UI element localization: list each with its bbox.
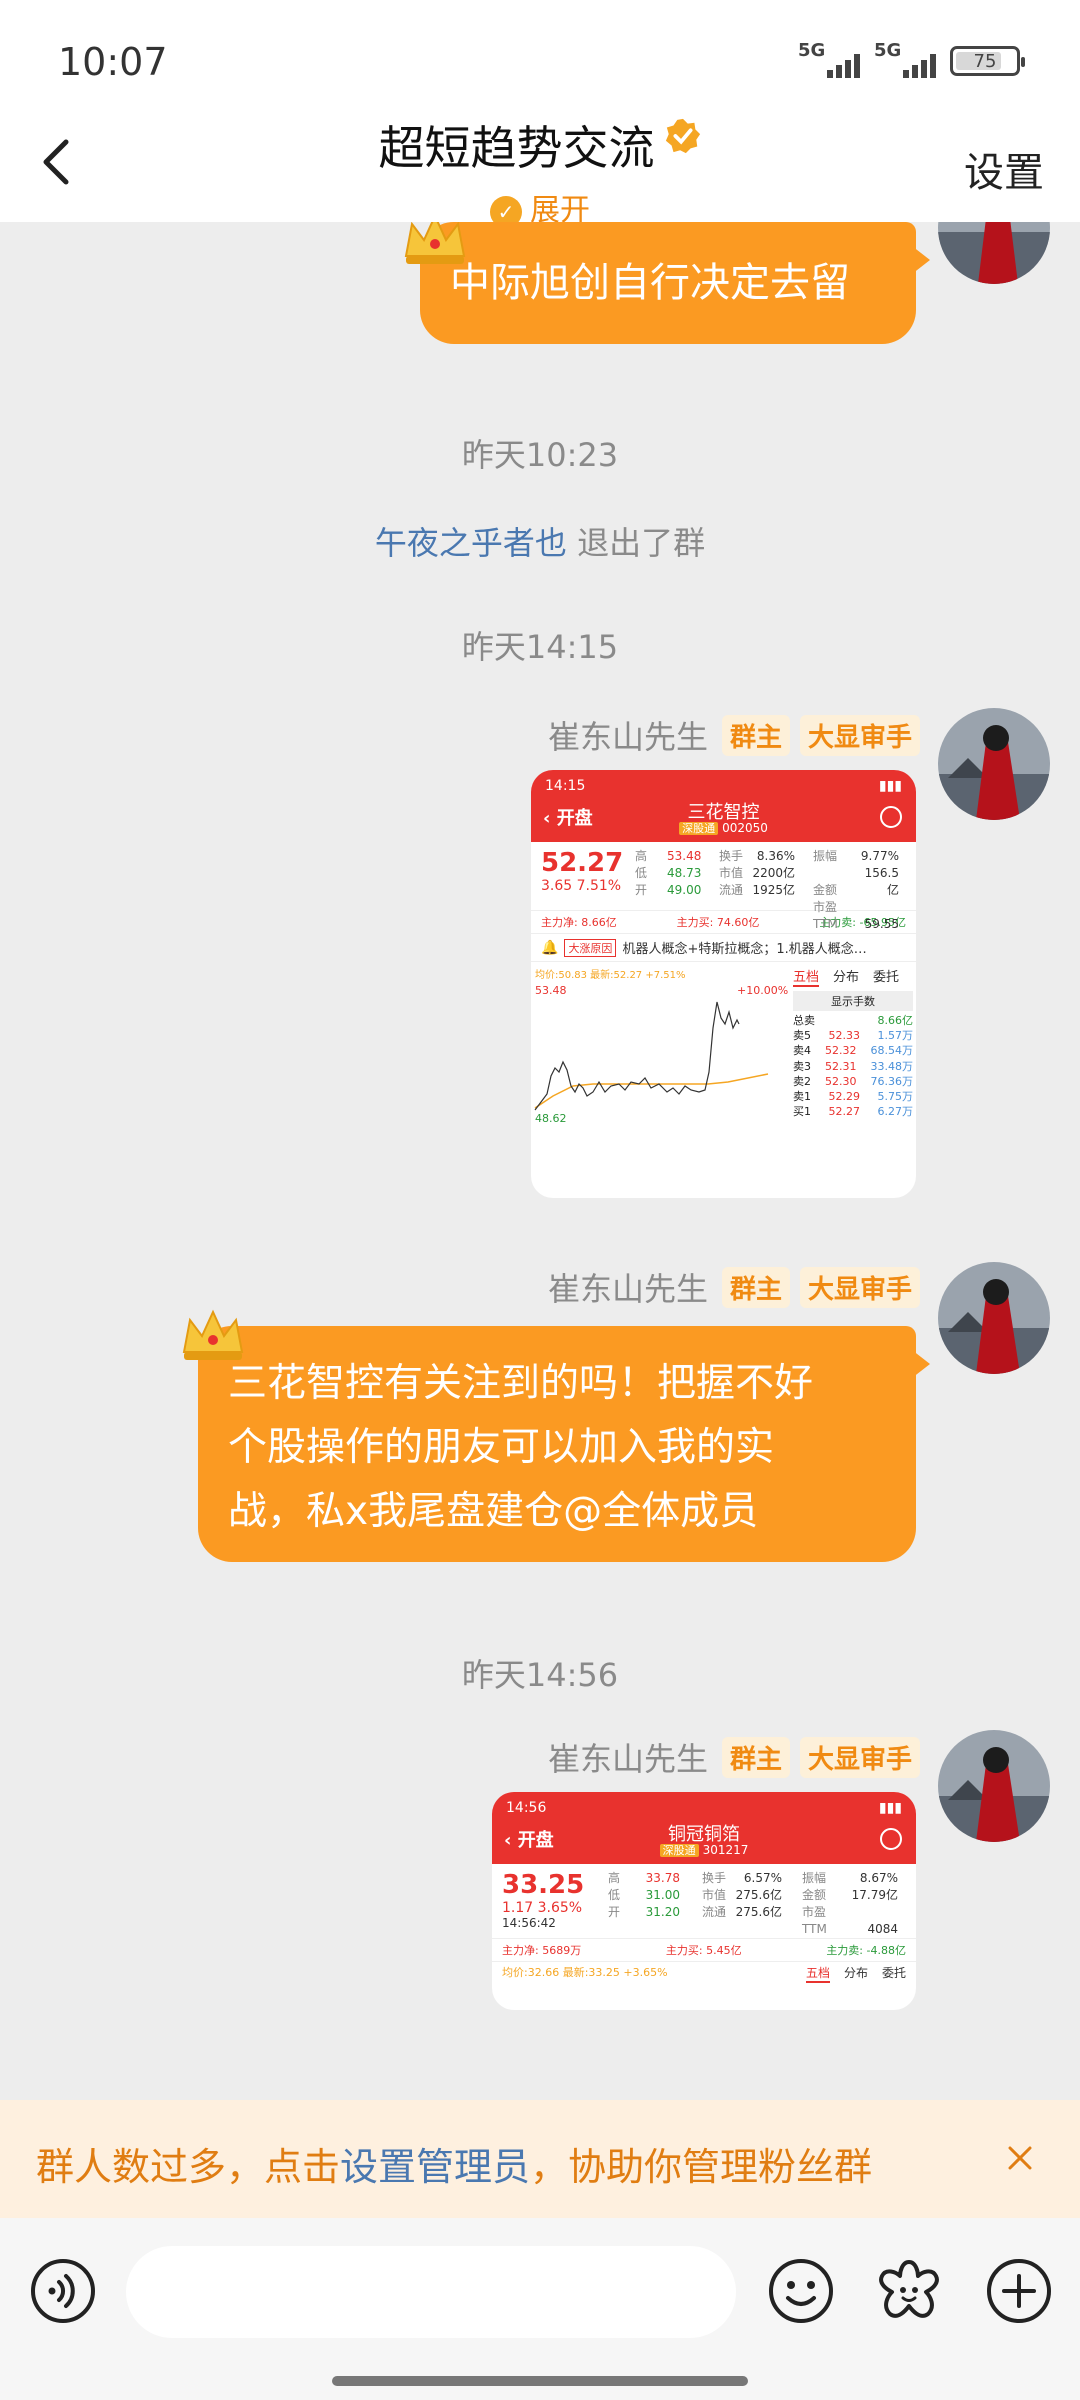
smiley-icon[interactable] <box>766 2256 836 2326</box>
title-tag: 大显审手 <box>799 1266 920 1308</box>
stock-screenshot-image[interactable]: 14:15 ▮▮▮ ‹ 开盘 三花智控 深股通 002050 52.27 3.65 … <box>531 770 916 1198</box>
user-link[interactable]: 午夜之乎者也 <box>375 524 567 562</box>
search-icon <box>880 1828 902 1850</box>
avatar-image <box>938 708 1050 820</box>
nav-bar: 超短趋势交流 ✓ 展开 设置 <box>0 110 1080 228</box>
sender-name[interactable]: 崔东山先生 <box>548 1734 708 1780</box>
system-message: 午夜之乎者也 退出了群 <box>374 524 706 562</box>
avatar[interactable] <box>938 708 1050 820</box>
battery-icon: 75 <box>950 46 1025 76</box>
avatar-image <box>938 222 1050 284</box>
message-input[interactable] <box>126 2246 736 2338</box>
avatar-image <box>938 1262 1050 1374</box>
owner-tag: 群主 <box>721 1736 790 1778</box>
time-divider: 昨天10:23 <box>461 436 619 474</box>
crown-icon <box>182 1309 244 1360</box>
chat-area: 中际旭创自行决定去留 昨天10:23 午夜之乎者也 退出了群 昨天14:15 崔… <box>0 222 1080 2100</box>
settings-button[interactable]: 设置 <box>964 140 1044 198</box>
avatar[interactable] <box>938 1730 1050 1842</box>
message-bubble[interactable]: 三花智控有关注到的吗！把握不好 个股操作的朋友可以加入我的实 战，私x我尾盘建仓… <box>198 1326 930 1562</box>
sender-row: 崔东山先生 群主 大显审手 <box>548 1734 920 1780</box>
sender-row: 崔东山先生 群主 大显审手 <box>548 1264 920 1310</box>
intraday-chart <box>534 1001 769 1111</box>
verified-badge-icon <box>665 118 700 154</box>
orderbook-row: 卖2 52.30 76.36万 <box>793 1074 913 1088</box>
stock-screenshot-image[interactable]: 14:56 ▮▮▮ ‹ 开盘 铜冠铜箔 深股通 301217 33.25 1.17 … <box>492 1792 916 2010</box>
admin-tip-banner: 群人数过多，点击设置管理员，协助你管理粉丝群 <box>0 2100 1080 2218</box>
search-icon <box>880 806 902 828</box>
status-time: 10:07 <box>58 40 168 84</box>
orderbook-row: 卖1 52.29 5.75万 <box>793 1090 913 1104</box>
close-icon[interactable] <box>1000 2138 1040 2178</box>
avatar[interactable] <box>938 1262 1050 1374</box>
avatar-image <box>938 1730 1050 1842</box>
voice-icon[interactable] <box>28 2256 98 2326</box>
orderbook-row: 卖5 52.33 1.57万 <box>793 1029 913 1043</box>
message-bubble[interactable]: 中际旭创自行决定去留 <box>420 222 930 344</box>
orderbook-row: 卖3 52.31 33.48万 <box>793 1059 913 1073</box>
status-indicators: 5G 5G 75 <box>798 40 1025 78</box>
home-indicator[interactable] <box>332 2376 748 2386</box>
page-title: 超短趋势交流 <box>378 121 655 175</box>
sender-name[interactable]: 崔东山先生 <box>548 712 708 758</box>
input-bar <box>0 2218 1080 2400</box>
orderbook-row: 买1 52.27 6.27万 <box>793 1105 913 1119</box>
sender-name[interactable]: 崔东山先生 <box>548 1264 708 1310</box>
title-tag: 大显审手 <box>799 1736 920 1778</box>
signal-icon: 5G <box>874 40 936 78</box>
owner-tag: 群主 <box>721 714 790 756</box>
crown-icon <box>404 222 466 264</box>
signal-icon: 5G <box>798 40 860 78</box>
flower-icon[interactable] <box>874 2256 944 2326</box>
owner-tag: 群主 <box>721 1266 790 1308</box>
orderbook-row: 卖4 52.32 68.54万 <box>793 1044 913 1058</box>
bell-icon: 🔔 <box>541 939 559 956</box>
title-tag: 大显审手 <box>799 714 920 756</box>
avatar[interactable] <box>938 222 1050 284</box>
time-divider: 昨天14:15 <box>461 628 619 666</box>
sender-row: 崔东山先生 群主 大显审手 <box>548 712 920 758</box>
set-admin-link[interactable]: 设置管理员 <box>340 2145 530 2189</box>
status-bar: 10:07 5G 5G 75 <box>0 0 1080 110</box>
time-divider: 昨天14:56 <box>461 1656 619 1694</box>
plus-icon[interactable] <box>984 2256 1054 2326</box>
